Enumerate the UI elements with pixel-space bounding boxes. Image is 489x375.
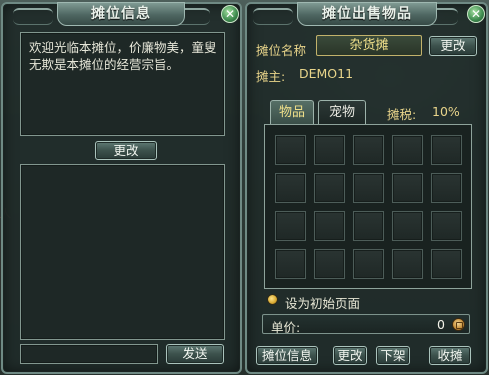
coin-icon	[452, 318, 465, 331]
item-slot[interactable]	[314, 211, 345, 241]
stall-info-button[interactable]: 摊位信息	[256, 346, 318, 365]
item-slot[interactable]	[314, 135, 345, 165]
item-slot[interactable]	[392, 211, 423, 241]
send-button[interactable]: 发送	[166, 344, 224, 364]
price-bar: 单价: 0	[262, 314, 470, 335]
item-slot[interactable]	[353, 173, 384, 203]
title-ornament-left	[13, 8, 53, 25]
price-label: 单价:	[271, 320, 301, 335]
item-slot[interactable]	[392, 249, 423, 279]
item-slot[interactable]	[275, 211, 306, 241]
stall-info-title: 摊位信息	[57, 2, 185, 26]
stall-message-box: 欢迎光临本摊位，价廉物美，童叟无欺是本摊位的经营宗旨。	[20, 32, 225, 136]
item-slots	[275, 135, 462, 279]
owner-name: DEMO11	[299, 66, 354, 81]
title-ornament-left	[253, 8, 293, 25]
edit-name-button[interactable]: 更改	[429, 36, 477, 56]
stall-goods-panel: 摊位出售物品 ✕ 摊位名称 杂货摊 更改 摊主: DEMO11 物品 宠物 摊税…	[245, 2, 488, 374]
edit-message-button[interactable]: 更改	[95, 141, 157, 160]
close-icon[interactable]: ✕	[221, 5, 239, 23]
take-down-button[interactable]: 下架	[376, 346, 410, 365]
item-slot[interactable]	[431, 135, 462, 165]
price-value: 0	[437, 317, 445, 332]
item-slot[interactable]	[392, 135, 423, 165]
stall-goods-title: 摊位出售物品	[297, 2, 437, 26]
close-stall-button[interactable]: 收摊	[429, 346, 471, 365]
stall-info-panel: 摊位信息 ✕ 欢迎光临本摊位，价廉物美，童叟无欺是本摊位的经营宗旨。 更改 发送	[1, 2, 242, 374]
item-slot[interactable]	[314, 173, 345, 203]
item-slot[interactable]	[275, 173, 306, 203]
chat-log-box[interactable]	[20, 164, 225, 340]
item-slot[interactable]	[353, 249, 384, 279]
item-slot[interactable]	[275, 135, 306, 165]
item-slot[interactable]	[314, 249, 345, 279]
tax-value: 10%	[432, 104, 460, 119]
item-slot[interactable]	[431, 173, 462, 203]
item-slot[interactable]	[392, 173, 423, 203]
item-slot[interactable]	[431, 211, 462, 241]
item-slot[interactable]	[353, 211, 384, 241]
close-icon[interactable]: ✕	[467, 5, 485, 23]
stall-name-field[interactable]: 杂货摊	[316, 35, 422, 56]
radio-icon[interactable]	[267, 294, 278, 305]
chat-input[interactable]	[20, 344, 158, 364]
tab-pets[interactable]: 宠物	[318, 100, 366, 124]
edit-button[interactable]: 更改	[333, 346, 367, 365]
item-slot[interactable]	[431, 249, 462, 279]
tax-label: 摊税:	[387, 107, 417, 122]
item-slot[interactable]	[275, 249, 306, 279]
stall-message-text: 欢迎光临本摊位，价廉物美，童叟无欺是本摊位的经营宗旨。	[29, 40, 217, 72]
item-slot[interactable]	[353, 135, 384, 165]
owner-label: 摊主:	[256, 69, 286, 84]
default-page-label[interactable]: 设为初始页面	[285, 293, 360, 312]
tab-goods[interactable]: 物品	[270, 100, 314, 124]
item-grid	[264, 124, 472, 289]
stall-name-label: 摊位名称	[256, 43, 307, 58]
